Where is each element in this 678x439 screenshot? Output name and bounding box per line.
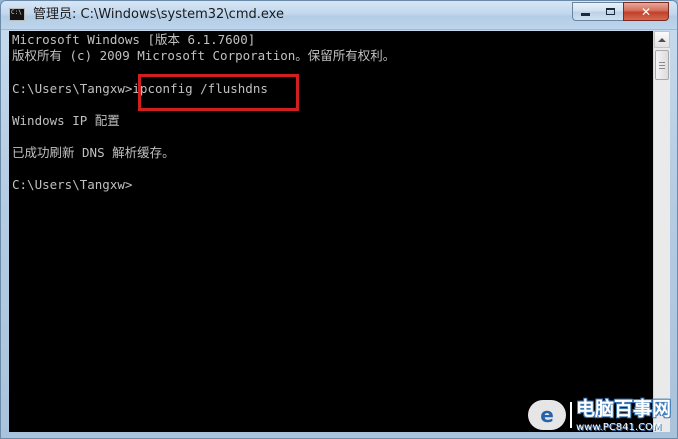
maximize-button[interactable] [598, 2, 624, 21]
close-button[interactable]: ✕ [623, 2, 669, 21]
console-line-prompt: C:\Users\Tangxw> [12, 177, 133, 192]
window-title: 管理员: C:\Windows\system32\cmd.exe [33, 7, 284, 22]
thumb-grip-line [659, 65, 665, 66]
console-output[interactable]: Microsoft Windows [版本 6.1.7600] 版权所有 (c)… [9, 31, 653, 432]
console-line-version: Microsoft Windows [版本 6.1.7600] [12, 32, 256, 47]
scroll-up-arrow-icon [658, 37, 666, 42]
minimize-button[interactable] [572, 2, 599, 21]
thumb-grip-line [659, 68, 665, 69]
watermark-divider [570, 402, 572, 428]
minimize-icon [581, 13, 590, 16]
close-icon: ✕ [640, 4, 652, 19]
cmd-icon[interactable]: C:\ [9, 8, 25, 21]
watermark-logo-icon: e [528, 400, 566, 430]
console-line-ip-config: Windows IP 配置 [12, 113, 120, 128]
scroll-thumb[interactable] [655, 50, 669, 80]
maximize-icon [606, 8, 615, 15]
console-line-copyright: 版权所有 (c) 2009 Microsoft Corporation。保留所有… [12, 48, 396, 63]
scroll-up-button[interactable] [654, 31, 670, 48]
site-watermark: e 电脑百事网 www.PC841.COM [518, 394, 678, 439]
watermark-url: www.PC841.COM [576, 422, 662, 433]
title-bar[interactable]: C:\ 管理员: C:\Windows\system32\cmd.exe ✕ [1, 1, 677, 30]
cmd-icon-label: C:\ [11, 9, 22, 16]
cmd-window: C:\ 管理员: C:\Windows\system32\cmd.exe ✕ M… [0, 0, 678, 439]
thumb-grip-line [659, 62, 665, 63]
console-line-flush-result: 已成功刷新 DNS 解析缓存。 [12, 145, 175, 160]
watermark-site-name: 电脑百事网 [576, 398, 672, 420]
vertical-scrollbar[interactable] [653, 31, 670, 432]
command-highlight-box [138, 74, 299, 111]
